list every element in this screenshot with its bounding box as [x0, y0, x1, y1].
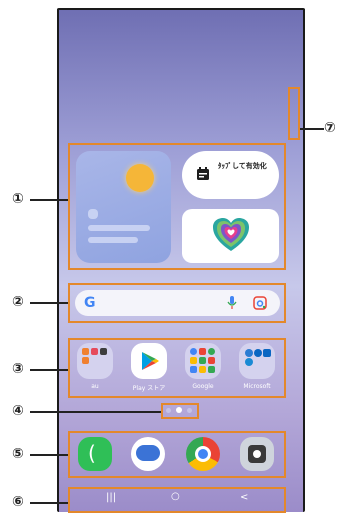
- folder-app-dot-8: [190, 357, 197, 364]
- callout-line-3: [30, 369, 68, 371]
- callout-line-4: [30, 411, 161, 413]
- phone-app[interactable]: (: [78, 437, 112, 471]
- microsoft-folder[interactable]: [239, 343, 275, 379]
- folder-app-dot-9: [199, 357, 206, 364]
- folder-app-dot-2: [91, 348, 98, 355]
- folder-app-dot-17: [245, 358, 253, 366]
- folder-app-dot-5: [190, 348, 197, 355]
- sun-icon: [126, 164, 154, 192]
- heart-icon: [213, 218, 249, 251]
- callout-1: ①: [12, 191, 24, 207]
- folder-app-dot: [82, 348, 89, 355]
- calendar-widget[interactable]: ﾀｯﾌﾟして有効化: [182, 151, 279, 199]
- callout-5: ⑤: [12, 446, 24, 462]
- folder-app-dot-6: [199, 348, 206, 355]
- callout-2: ②: [12, 294, 24, 310]
- au-folder[interactable]: [77, 343, 113, 379]
- callout-box-7: [288, 87, 300, 140]
- callout-3: ③: [12, 361, 24, 377]
- folder-app-dot-13: [208, 366, 215, 373]
- au-folder-label: au: [91, 383, 99, 390]
- back-button[interactable]: <: [240, 492, 248, 503]
- health-widget[interactable]: [182, 209, 279, 263]
- microsoft-folder-label: Microsoft: [243, 383, 271, 390]
- google-search-bar[interactable]: G: [75, 290, 280, 316]
- callout-6: ⑥: [12, 494, 24, 510]
- weather-detail-blur: [88, 225, 150, 231]
- folder-app-dot-10: [208, 357, 215, 364]
- google-lens-icon[interactable]: [253, 296, 267, 310]
- callout-line-5: [30, 454, 68, 456]
- callout-7: ⑦: [324, 120, 336, 136]
- folder-app-dot-11: [190, 366, 197, 373]
- page-indicator-next[interactable]: [187, 408, 192, 413]
- weather-detail-blur-2: [88, 237, 138, 243]
- folder-app-dot-4: [82, 357, 89, 364]
- callout-line-2: [30, 302, 68, 304]
- calendar-icon: [197, 167, 209, 180]
- camera-lens-icon: [253, 450, 261, 458]
- folder-app-dot-3: [100, 348, 107, 355]
- camera-app[interactable]: [240, 437, 274, 471]
- chrome-icon: [195, 446, 211, 462]
- message-bubble-icon: [136, 445, 160, 461]
- page-indicator-current[interactable]: [176, 407, 182, 413]
- play-store-app[interactable]: [131, 343, 167, 379]
- callout-4: ④: [12, 403, 24, 419]
- google-g-icon: G: [84, 295, 96, 311]
- microphone-icon[interactable]: [227, 296, 237, 310]
- callout-line-7: [300, 128, 324, 130]
- folder-app-dot-12: [199, 366, 206, 373]
- callout-line-1: [30, 199, 68, 201]
- callout-line-6: [30, 502, 68, 504]
- folder-app-dot-16: [263, 349, 271, 357]
- messages-app[interactable]: [131, 437, 165, 471]
- home-button[interactable]: ○: [171, 491, 180, 502]
- folder-app-dot-14: [245, 349, 253, 357]
- recent-apps-button[interactable]: |||: [106, 492, 116, 503]
- google-folder-label: Google: [192, 383, 214, 390]
- calendar-widget-text: ﾀｯﾌﾟして有効化: [218, 162, 267, 170]
- chrome-app[interactable]: [186, 437, 220, 471]
- play-store-label: Play ストア: [132, 385, 166, 392]
- folder-app-dot-15: [254, 349, 262, 357]
- play-store-icon: [142, 352, 159, 370]
- google-folder[interactable]: [185, 343, 221, 379]
- phone-icon: (: [88, 441, 96, 465]
- folder-app-dot-7: [208, 348, 215, 355]
- weather-widget[interactable]: [76, 151, 171, 263]
- page-indicator-home[interactable]: [166, 408, 171, 413]
- weather-temp-blur: [88, 209, 98, 219]
